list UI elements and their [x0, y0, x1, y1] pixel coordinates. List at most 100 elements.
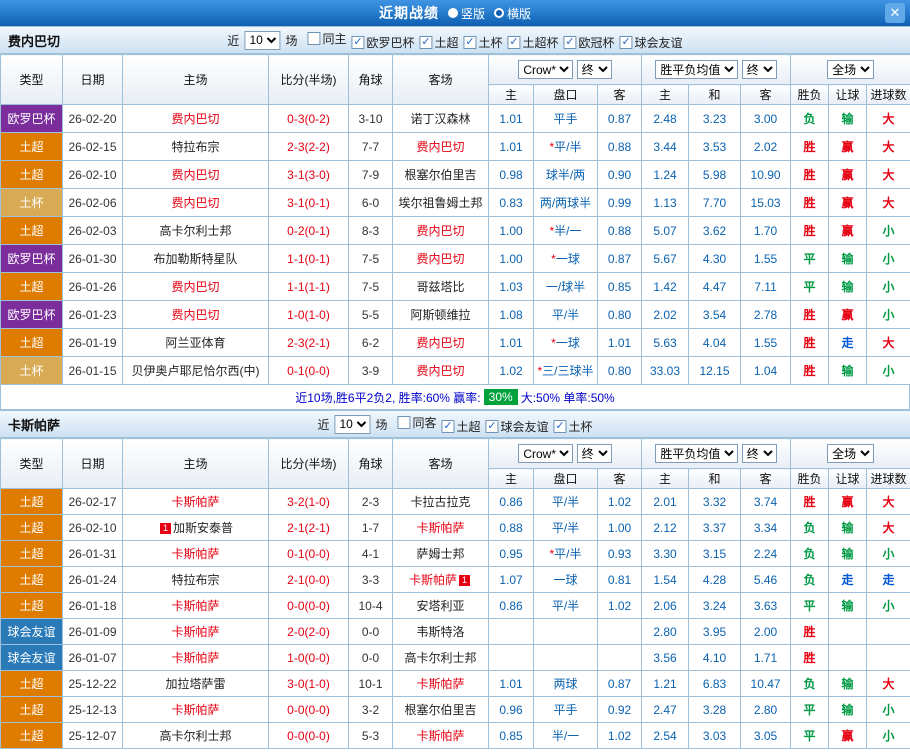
team-link[interactable]: 诺丁汉森林	[410, 112, 470, 126]
avg-away-odds-cell: 1.70	[740, 216, 792, 245]
team-link[interactable]: 特拉布宗	[171, 573, 219, 587]
filter-球会友谊[interactable]: ✓ 球会友谊	[485, 418, 549, 435]
team-link[interactable]: 加拉塔萨雷	[165, 677, 225, 691]
avg-draw-odds-cell: 3.62	[688, 216, 742, 245]
handicap-result-cell: 输	[828, 696, 868, 723]
team-link[interactable]: 卡斯帕萨	[171, 651, 219, 665]
filter-土超杯[interactable]: ✓ 土超杯	[507, 34, 559, 51]
match-count-select[interactable]: 10	[244, 30, 281, 50]
team-link[interactable]: 高卡尔利士邦	[159, 224, 231, 238]
team-link[interactable]: 卡斯帕萨	[171, 703, 219, 717]
checkbox-icon[interactable]	[307, 31, 321, 45]
avg-away-odds-cell: 3.63	[740, 592, 792, 619]
team-link[interactable]: 卡斯帕萨	[416, 677, 464, 691]
team-link[interactable]: 贝伊奥卢耶尼恰尔西(中)	[132, 364, 260, 378]
odds-final-select[interactable]: 终	[576, 444, 612, 463]
team-link[interactable]: 卡斯帕萨	[416, 729, 464, 743]
team-link[interactable]: 卡斯帕萨	[171, 547, 219, 561]
checkbox-icon[interactable]: ✓	[619, 35, 633, 49]
filter-土杯[interactable]: ✓ 土杯	[463, 34, 503, 51]
team-link[interactable]: 卡斯帕萨	[171, 599, 219, 613]
corner-cell: 0-0	[348, 644, 393, 671]
filter-同客[interactable]: 同客	[397, 414, 437, 431]
checkbox-icon[interactable]	[397, 415, 411, 429]
corner-cell: 7-9	[348, 160, 393, 189]
team-link[interactable]: 费内巴切	[416, 364, 464, 378]
checkbox-icon[interactable]: ✓	[463, 35, 477, 49]
bookmaker-select[interactable]: Crow*	[518, 444, 574, 463]
home-team-cell: 特拉布宗	[122, 566, 269, 593]
checkbox-icon[interactable]: ✓	[553, 419, 567, 433]
avg-home-odds-cell: 3.30	[641, 540, 690, 567]
team-link[interactable]: 费内巴切	[171, 196, 219, 210]
filter-土超[interactable]: ✓ 土超	[419, 34, 459, 51]
team-link[interactable]: 卡斯帕萨	[171, 495, 219, 509]
team-link[interactable]: 根塞尔伯里吉	[404, 168, 476, 182]
handicap-odds-away-cell: 0.90	[596, 160, 643, 189]
col-home: 主场	[122, 438, 269, 489]
avg-select[interactable]: 胜平负均值	[655, 60, 739, 79]
team-link[interactable]: 韦斯特洛	[416, 625, 464, 639]
team-link[interactable]: 费内巴切	[171, 168, 219, 182]
filter-同主[interactable]: 同主	[307, 30, 346, 47]
team-link[interactable]: 卡斯帕萨	[416, 521, 464, 535]
team-link[interactable]: 特拉布宗	[171, 140, 219, 154]
filter-土超[interactable]: ✓ 土超	[441, 418, 481, 435]
team-link[interactable]: 高卡尔利士邦	[159, 729, 231, 743]
team-link[interactable]: 加斯安泰普	[173, 521, 233, 535]
match-result-cell: 胜	[790, 188, 830, 217]
team-link[interactable]: 卡斯帕萨	[409, 573, 457, 587]
team-link[interactable]: 根塞尔伯里吉	[404, 703, 476, 717]
team-link[interactable]: 阿兰亚体育	[165, 336, 225, 350]
match-type-cell: 土超	[0, 592, 63, 619]
team-link[interactable]: 费内巴切	[416, 336, 464, 350]
team-link[interactable]: 费内巴切	[416, 252, 464, 266]
team-link[interactable]: 费内巴切	[416, 224, 464, 238]
avg-final-select[interactable]: 终	[741, 444, 777, 463]
team-link[interactable]: 费内巴切	[416, 140, 464, 154]
filter-土杯[interactable]: ✓ 土杯	[553, 418, 593, 435]
fullmatch-select[interactable]: 全场	[827, 444, 875, 463]
score-cell: 3-2(1-0)	[268, 488, 349, 515]
checkbox-icon[interactable]: ✓	[563, 35, 577, 49]
team-link[interactable]: 哥兹塔比	[416, 280, 464, 294]
team-link[interactable]: 埃尔祖鲁姆土邦	[398, 196, 482, 210]
home-team-cell: 阿兰亚体育	[122, 328, 269, 357]
filter-欧冠杯[interactable]: ✓ 欧冠杯	[563, 34, 615, 51]
summary-text: 大:50% 单率:50%	[520, 390, 615, 405]
avg-final-select[interactable]: 终	[741, 60, 777, 79]
close-button[interactable]: ✕	[885, 3, 905, 23]
team-link[interactable]: 费内巴切	[171, 112, 219, 126]
filter-label: 土超	[434, 35, 459, 50]
match-type-cell: 土超	[0, 216, 63, 245]
team-name: 费内巴切	[8, 33, 61, 49]
bookmaker-select[interactable]: Crow*	[518, 60, 574, 79]
match-count-select[interactable]: 10	[334, 414, 371, 434]
filter-球会友谊[interactable]: ✓ 球会友谊	[619, 34, 683, 51]
checkbox-icon[interactable]: ✓	[507, 35, 521, 49]
avg-away-odds-cell: 1.55	[740, 244, 792, 273]
corner-cell: 6-0	[348, 188, 393, 217]
avg-away-odds-cell: 10.90	[740, 160, 792, 189]
layout-vertical-radio[interactable]: 竖版	[447, 5, 485, 22]
checkbox-icon[interactable]: ✓	[419, 35, 433, 49]
team-link[interactable]: 萨姆士邦	[416, 547, 464, 561]
fullmatch-select[interactable]: 全场	[827, 60, 875, 79]
checkbox-icon[interactable]: ✓	[441, 419, 455, 433]
goals-result-cell: 小	[866, 722, 910, 749]
team-link[interactable]: 安塔利亚	[416, 599, 464, 613]
team-link[interactable]: 卡斯帕萨	[171, 625, 219, 639]
team-link[interactable]: 卡拉古拉克	[410, 495, 470, 509]
team-link[interactable]: 阿斯顿维拉	[410, 308, 470, 322]
team-link[interactable]: 布加勒斯特星队	[153, 252, 237, 266]
odds-final-select[interactable]: 终	[576, 60, 612, 79]
filter-欧罗巴杯[interactable]: ✓ 欧罗巴杯	[351, 34, 414, 51]
checkbox-icon[interactable]: ✓	[351, 35, 365, 49]
avg-away-odds-cell: 2.02	[740, 132, 792, 161]
team-link[interactable]: 高卡尔利士邦	[404, 651, 476, 665]
avg-select[interactable]: 胜平负均值	[655, 444, 739, 463]
team-link[interactable]: 费内巴切	[171, 280, 219, 294]
team-link[interactable]: 费内巴切	[171, 308, 219, 322]
layout-horizontal-radio[interactable]: 横版	[494, 5, 531, 22]
checkbox-icon[interactable]: ✓	[485, 419, 499, 433]
